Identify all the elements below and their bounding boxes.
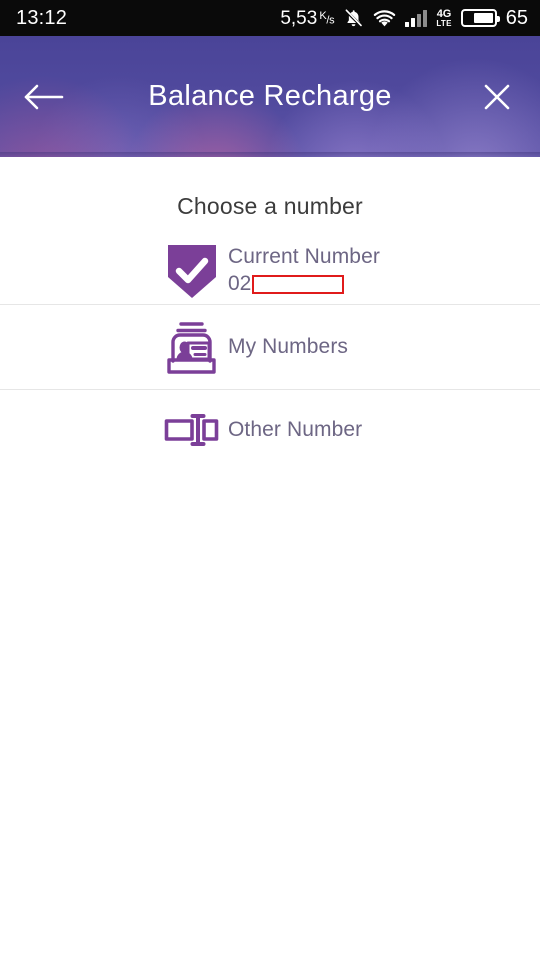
network-type-primary: 4G [436, 7, 452, 20]
option-label-other-number: Other Number [228, 418, 363, 442]
battery-fill [474, 13, 493, 23]
option-label-my-numbers: My Numbers [228, 335, 349, 359]
app-root: 13:12 5,53 K/s 4G LTE 65 Balance Recharg… [0, 0, 540, 960]
page-title: Balance Recharge [148, 80, 392, 112]
network-type-indicator: 4G LTE [436, 7, 452, 28]
option-other-number[interactable]: Other Number [0, 390, 540, 470]
status-clock: 13:12 [16, 7, 68, 29]
back-arrow-icon [24, 84, 64, 109]
option-label-current-number: Current Number [228, 244, 380, 268]
card-holder-icon-wrap [163, 319, 220, 376]
close-icon [484, 84, 510, 109]
status-icons: 5,53 K/s 4G LTE 65 [280, 8, 528, 29]
current-number-value-line: 02 [228, 272, 380, 296]
other-number-labels: Other Number [228, 417, 362, 442]
number-field-icon-wrap [163, 413, 220, 447]
close-button[interactable] [460, 36, 534, 157]
network-speed-value: 5,53 [280, 7, 318, 29]
wifi-icon [374, 9, 396, 26]
redaction-box [252, 274, 345, 294]
network-speed-indicator: 5,53 K/s [280, 9, 334, 28]
back-button[interactable] [6, 36, 80, 157]
network-type-secondary: LTE [436, 18, 452, 28]
bell-muted-icon [344, 8, 364, 28]
status-bar: 13:12 5,53 K/s 4G LTE 65 [0, 0, 540, 36]
app-header: Balance Recharge [0, 36, 540, 157]
main-content: Choose a number Current Number 02 My Num… [0, 157, 540, 960]
network-speed-unit: K/s [319, 9, 335, 27]
shield-check-icon [167, 244, 216, 298]
battery-icon [460, 9, 500, 27]
option-my-numbers[interactable]: My Numbers [0, 305, 540, 389]
shield-check-icon-wrap [163, 243, 220, 300]
current-number-prefix: 02 [228, 272, 252, 296]
battery-percent-label: 65 [505, 7, 528, 29]
choose-number-heading: Choose a number [177, 193, 363, 219]
number-field-icon [164, 414, 219, 446]
current-number-labels: Current Number 02 [228, 244, 380, 296]
signal-bars-icon [405, 9, 428, 27]
network-speed-unit-numerator: K [319, 9, 327, 22]
option-current-number[interactable]: Current Number 02 [0, 238, 540, 304]
network-speed-unit-denominator: s [329, 14, 335, 27]
card-holder-icon [167, 321, 216, 374]
my-numbers-labels: My Numbers [228, 334, 348, 359]
